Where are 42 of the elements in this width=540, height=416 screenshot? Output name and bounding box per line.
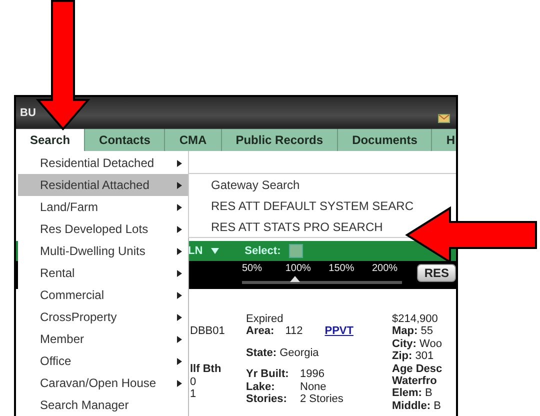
- field-value: Georgia: [280, 346, 319, 359]
- field-value: B: [425, 387, 432, 400]
- listing-id: DBB01: [190, 325, 226, 338]
- field-label: Map:: [392, 325, 418, 338]
- zoom-label: 150%: [328, 262, 356, 274]
- zoom-label: 100%: [285, 262, 312, 274]
- field-label: Middle:: [392, 400, 430, 412]
- zoom-label: 200%: [372, 262, 399, 274]
- nav-tab[interactable]: Search: [16, 129, 86, 151]
- field-value: 301: [415, 350, 434, 362]
- field-value: None: [300, 380, 326, 394]
- select-checkbox[interactable]: [288, 244, 303, 258]
- field-value: 1996: [300, 368, 324, 381]
- table-cell-text: 1: [190, 388, 198, 401]
- field-value: 112: [285, 325, 303, 338]
- status-text: Expired: [246, 313, 284, 326]
- column-heading: llf Bth: [190, 363, 222, 376]
- field-value: B: [434, 400, 441, 412]
- menu-item[interactable]: Residential Attached: [18, 174, 188, 196]
- caret-icon[interactable]: [210, 248, 219, 254]
- field-value: Woo: [420, 338, 442, 350]
- ppvt-link[interactable]: PPVT: [324, 325, 354, 338]
- field-label: Lake:: [246, 380, 276, 394]
- field-label: Age Desc: [392, 362, 442, 375]
- slider-thumb[interactable]: [290, 276, 300, 282]
- res-button[interactable]: RES: [417, 264, 456, 282]
- field-label: Elem:: [392, 387, 422, 400]
- envelope-icon[interactable]: [438, 114, 450, 123]
- price-text: $214,900: [392, 313, 439, 326]
- field-label: Stories:: [246, 393, 288, 406]
- field-label: Yr Built:: [246, 368, 290, 381]
- field-label: State:: [246, 346, 277, 359]
- field-label: Area:: [246, 325, 274, 338]
- table-cell-text: 0: [190, 376, 198, 388]
- field-label: Waterfro: [392, 375, 437, 388]
- field-value: 55: [420, 325, 433, 338]
- field-label: Zip:: [392, 350, 412, 362]
- zoom-label: 50%: [242, 262, 264, 274]
- select-label: Select:: [244, 245, 281, 257]
- field-value: 2 Stories: [300, 393, 344, 406]
- field-label: City:: [392, 338, 416, 350]
- app-title: BU: [20, 106, 36, 118]
